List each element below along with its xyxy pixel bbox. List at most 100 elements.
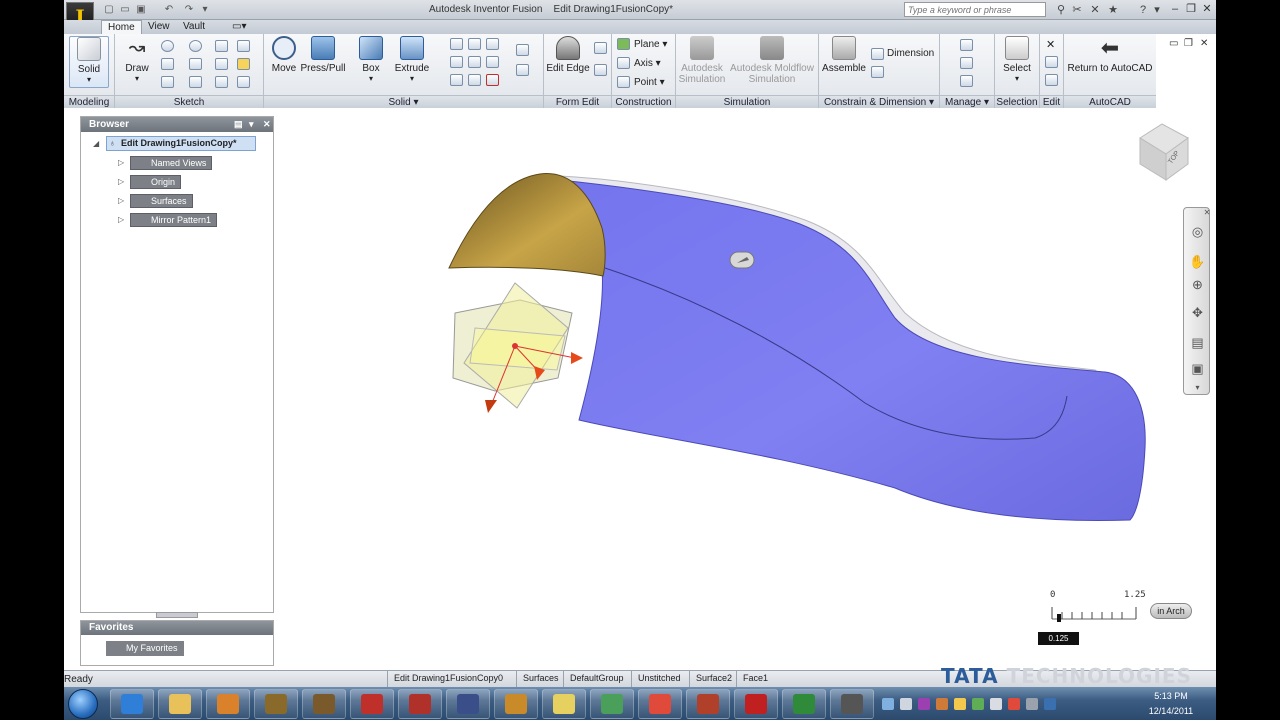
binoculars-icon[interactable]: ⚲ (1054, 3, 1068, 17)
loft-icon[interactable] (486, 38, 499, 50)
circle-icon[interactable] (161, 40, 174, 52)
help-icon[interactable]: ? (1136, 3, 1150, 17)
taskbar-app-button[interactable] (686, 689, 730, 719)
expand-origin-icon[interactable]: ▷ (118, 177, 124, 186)
rectangle-icon[interactable] (161, 58, 174, 70)
ribbon-minimize-icon[interactable]: ▭▾ (226, 20, 252, 34)
redo-icon[interactable]: ↷ (182, 3, 196, 16)
tray-update-icon[interactable] (900, 698, 912, 710)
return-to-autocad-button[interactable]: ⬅ Return to AutoCAD (1066, 36, 1154, 75)
open-icon[interactable]: ▭ (118, 3, 132, 16)
pan-hand-icon[interactable]: ✋ (1189, 253, 1206, 270)
line-icon[interactable] (189, 58, 202, 70)
moldflow-simulation-button[interactable]: Autodesk Moldflow Simulation (728, 36, 816, 85)
solid-panel-dropdown-icon[interactable]: ▾ (414, 97, 419, 108)
trim-icon[interactable] (189, 76, 202, 88)
edit-sketch-icon[interactable] (237, 58, 250, 70)
tray-app-icon[interactable] (936, 698, 948, 710)
taskbar-app-button[interactable] (446, 689, 490, 719)
tray-flag-icon[interactable] (1044, 698, 1056, 710)
axis-button[interactable]: Axis ▾ (634, 58, 661, 69)
units-button[interactable]: in Arch (1150, 603, 1192, 619)
expand-mirror-pattern-icon[interactable]: ▷ (118, 215, 124, 224)
tray-onenote-icon[interactable] (918, 698, 930, 710)
point-button[interactable]: Point ▾ (634, 77, 665, 88)
root-collapse-icon[interactable]: ◢ (93, 139, 99, 148)
split-icon[interactable] (468, 74, 481, 86)
close-icon[interactable]: ✕ (1200, 2, 1214, 16)
tab-vault[interactable]: Vault (177, 20, 211, 34)
browser-item-surfaces[interactable]: Surfaces (130, 194, 193, 208)
navbar-close-icon[interactable]: ✕ (1203, 209, 1211, 217)
form-tool-icon[interactable] (594, 42, 607, 54)
solid-mode-button[interactable]: Solid ▾ (69, 36, 109, 88)
plane-button[interactable]: Plane ▾ (634, 39, 667, 50)
select-button[interactable]: Select ▾ (998, 36, 1036, 83)
new-icon[interactable]: ▢ (102, 3, 116, 16)
constraint-icon[interactable] (871, 66, 884, 78)
doc-close-icon[interactable]: ✕ (1200, 38, 1208, 49)
taskbar-app-button[interactable] (494, 689, 538, 719)
scale-ruler[interactable] (1050, 603, 1140, 623)
fillet-icon[interactable] (450, 56, 463, 68)
blue-surface[interactable] (558, 179, 1146, 522)
z-arrow-icon[interactable] (485, 400, 497, 413)
move-button[interactable]: Move (269, 36, 299, 74)
browser-root-node[interactable]: ♁ Edit Drawing1FusionCopy* (106, 136, 256, 151)
draw-button[interactable]: ↝ Draw ▾ (120, 36, 154, 83)
tray-network-icon[interactable] (882, 698, 894, 710)
panel-splitter[interactable] (156, 612, 198, 618)
taskbar-app-button[interactable] (590, 689, 634, 719)
taskbar-app-button[interactable] (830, 689, 874, 719)
star-icon[interactable]: ★ (1106, 3, 1120, 17)
paste-icon[interactable] (1045, 74, 1058, 86)
clock-date[interactable]: 12/14/2011 (1131, 706, 1211, 716)
presspull-button[interactable]: Press/Pull (300, 36, 346, 74)
tray-signal-icon[interactable] (1026, 698, 1038, 710)
arc-icon[interactable] (189, 40, 202, 52)
browser-close-icon[interactable]: ✕ (263, 117, 271, 132)
expand-surfaces-icon[interactable]: ▷ (118, 196, 124, 205)
manage-dropdown-icon[interactable]: ▾ (984, 97, 989, 108)
taskbar-app-button[interactable] (542, 689, 586, 719)
close-search-icon[interactable]: ✕ (1088, 3, 1102, 17)
graphics-viewport[interactable] (275, 108, 1205, 670)
assemble-button[interactable]: Assemble (822, 36, 866, 74)
tools-icon[interactable]: ✂ (1070, 3, 1084, 17)
doc-restore-icon[interactable]: ❐ (1184, 38, 1193, 49)
mirror-icon[interactable] (516, 64, 529, 76)
taskbar-app-button[interactable] (110, 689, 154, 719)
taskbar-app-button[interactable] (254, 689, 298, 719)
browser-options-icon[interactable]: ▤ (234, 117, 243, 132)
showmotion-icon[interactable]: ▣ (1189, 360, 1206, 377)
sweep-icon[interactable] (468, 38, 481, 50)
tab-view[interactable]: View (142, 20, 176, 34)
save-icon[interactable]: ▣ (134, 3, 148, 16)
search-input[interactable] (904, 2, 1046, 17)
favorites-item-my-favorites[interactable]: My Favorites (106, 641, 184, 656)
minimize-icon[interactable]: – (1168, 2, 1182, 16)
tab-home[interactable]: Home (101, 20, 142, 34)
zoom-icon[interactable]: ⊕ (1189, 276, 1206, 293)
delete-face-icon[interactable] (486, 74, 499, 86)
qat-dropdown-icon[interactable]: ▾ (198, 3, 212, 16)
taskbar-app-button[interactable] (350, 689, 394, 719)
autodesk-simulation-button[interactable]: Autodesk Simulation (678, 36, 726, 85)
chamfer-icon[interactable] (468, 56, 481, 68)
manage-tool-1-icon[interactable] (960, 39, 973, 51)
tray-alert-icon[interactable] (1008, 698, 1020, 710)
browser-item-named-views[interactable]: Named Views (130, 156, 213, 170)
help-dropdown-icon[interactable]: ▾ (1150, 3, 1164, 17)
taskbar-app-button[interactable] (734, 689, 778, 719)
project-icon[interactable] (237, 76, 250, 88)
steering-wheel-icon[interactable]: ◎ (1189, 223, 1206, 240)
browser-item-origin[interactable]: Origin (130, 175, 182, 189)
tray-battery-icon[interactable] (972, 698, 984, 710)
offset-icon[interactable] (215, 40, 228, 52)
orbit-icon[interactable]: ✥ (1189, 304, 1206, 321)
clock-time[interactable]: 5:13 PM (1131, 691, 1211, 701)
spline-icon[interactable] (161, 76, 174, 88)
form-tool-2-icon[interactable] (594, 64, 607, 76)
image-icon[interactable] (237, 40, 250, 52)
taskbar-app-button[interactable] (158, 689, 202, 719)
